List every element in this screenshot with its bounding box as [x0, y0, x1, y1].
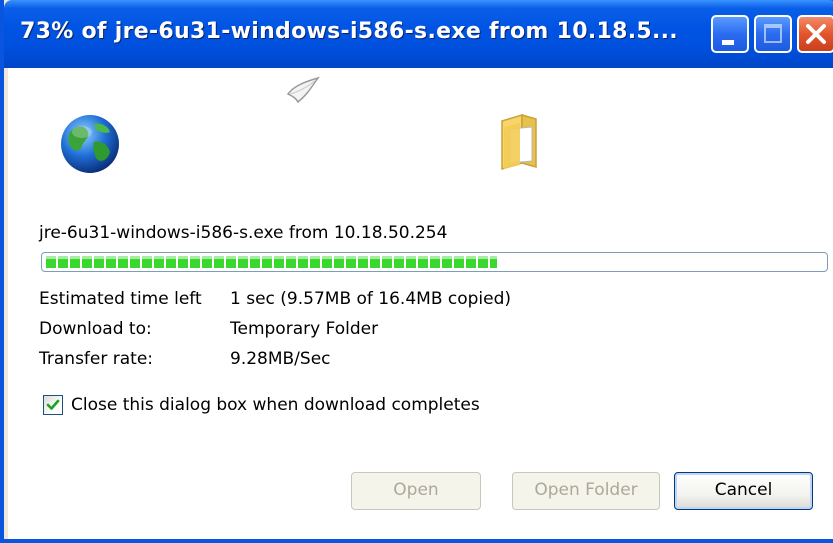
maximize-icon	[764, 24, 782, 43]
minimize-button[interactable]	[711, 15, 749, 53]
progress-fill	[46, 256, 497, 268]
close-icon	[806, 24, 826, 44]
open-button[interactable]: Open	[351, 472, 481, 510]
maximize-button	[754, 15, 792, 53]
estimated-time-label: Estimated time left	[39, 289, 202, 309]
open-folder-button[interactable]: Open Folder	[512, 472, 660, 510]
download-progress-bar	[41, 252, 828, 272]
cancel-button[interactable]: Cancel	[674, 472, 813, 510]
close-when-done-label[interactable]: Close this dialog box when download comp…	[71, 395, 480, 415]
transfer-rate-value: 9.28MB/Sec	[230, 349, 331, 369]
download-source-text: jre-6u31-windows-i586-s.exe from 10.18.5…	[39, 223, 448, 243]
download-to-value: Temporary Folder	[230, 319, 379, 339]
transfer-rate-label: Transfer rate:	[39, 349, 154, 369]
dialog-body: jre-6u31-windows-i586-s.exe from 10.18.5…	[8, 68, 833, 539]
download-dialog: 73% of jre-6u31-windows-i586-s.exe from …	[0, 0, 833, 543]
checkmark-icon	[46, 399, 60, 410]
title-bar[interactable]: 73% of jre-6u31-windows-i586-s.exe from …	[4, 0, 833, 68]
close-when-done-checkbox[interactable]	[43, 395, 63, 415]
minimize-icon	[722, 40, 734, 45]
estimated-time-value: 1 sec (9.57MB of 16.4MB copied)	[230, 289, 512, 309]
download-to-label: Download to:	[39, 319, 152, 339]
globe-icon	[61, 115, 119, 173]
flying-paper-icon	[286, 76, 320, 104]
folder-icon	[501, 113, 537, 171]
window-title: 73% of jre-6u31-windows-i586-s.exe from …	[20, 19, 678, 44]
close-button[interactable]	[797, 15, 833, 53]
